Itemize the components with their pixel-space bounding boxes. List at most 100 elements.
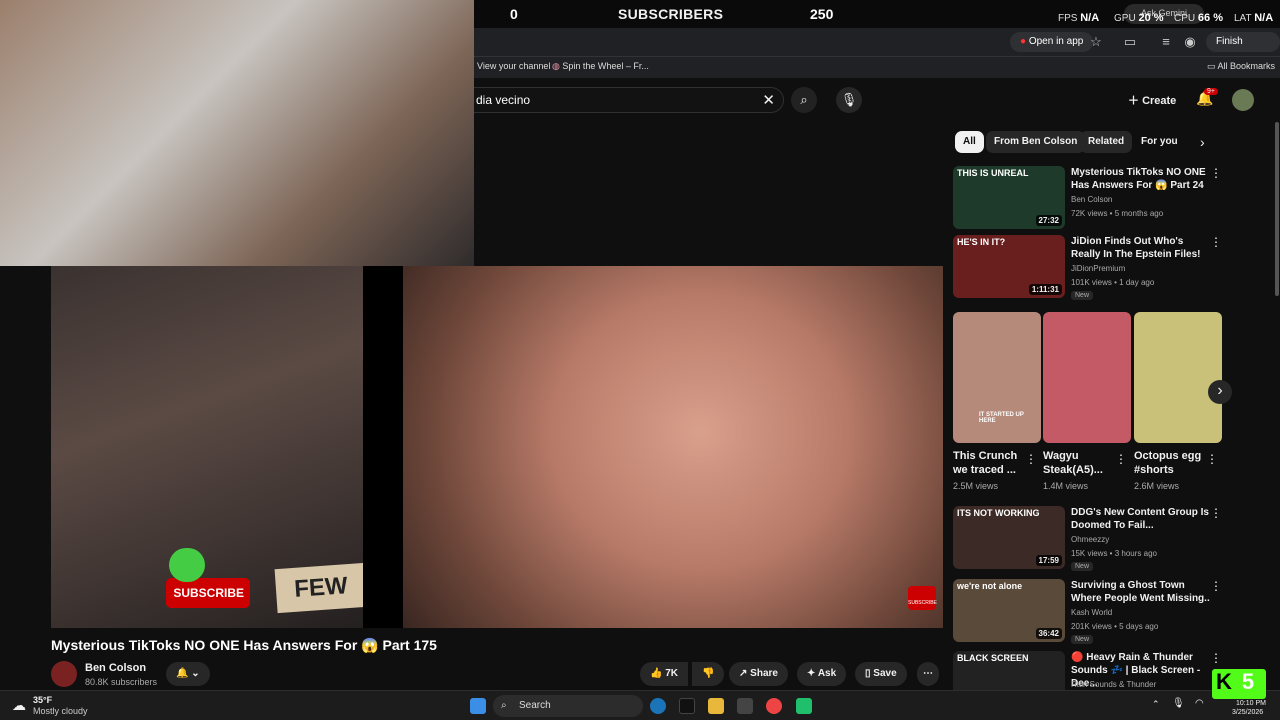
clock-time[interactable]: 10:10 PM: [1236, 700, 1266, 707]
alien-icon: [169, 548, 205, 582]
bell-icon: 🔔: [176, 668, 189, 679]
bookmark-spin-wheel-label: Spin the Wheel – Fr...: [562, 61, 649, 71]
rec-new-badge: New: [1071, 635, 1094, 644]
account-avatar[interactable]: [1232, 89, 1254, 111]
chip-all[interactable]: All: [955, 131, 984, 153]
rec-thumbnail[interactable]: we're not alone 36:42: [953, 579, 1065, 642]
short-thumbnail[interactable]: [1043, 312, 1131, 443]
queue-icon[interactable]: ≡: [1158, 34, 1174, 50]
rec-duration: 1:11:31: [1028, 284, 1062, 295]
rec-thumb-text: THIS IS UNREAL: [957, 168, 1029, 178]
all-bookmarks[interactable]: ▭ All Bookmarks: [1207, 61, 1275, 72]
wifi-icon[interactable]: ◠: [1195, 698, 1204, 709]
rec-more-icon[interactable]: ⋮: [1210, 506, 1222, 520]
stream-stat-bar: 0 SUBSCRIBERS 250 Ask Gemini FPS N/A GPU…: [474, 0, 1280, 28]
rec-thumbnail[interactable]: THIS IS UNREAL 27:32: [953, 166, 1065, 229]
weather-temp[interactable]: 35°F: [33, 695, 52, 705]
windows-taskbar: ☁ 35°F Mostly cloudy ⌕ Search ⌃ 🎙 ◠ K5 10…: [0, 669, 1280, 720]
search-input[interactable]: dia vecino ✕: [474, 87, 784, 113]
cpu-label: CPU: [1174, 13, 1196, 24]
bookmark-view-channel[interactable]: View your channel: [477, 61, 550, 71]
short-title[interactable]: Octopus egg #shorts: [1134, 449, 1214, 477]
cpu-readout: CPU 66 %: [1174, 12, 1223, 24]
lat-label: LAT: [1234, 13, 1252, 24]
all-bookmarks-label: All Bookmarks: [1217, 61, 1276, 71]
video-left-panel: FEW SUBSCRIBE: [51, 266, 368, 628]
finish-update-button[interactable]: Finish update ⋮: [1206, 32, 1280, 67]
thumbs-up-icon: 👍: [650, 668, 663, 679]
scrollbar-thumb[interactable]: [1275, 122, 1279, 296]
short-title[interactable]: Wagyu Steak(A5)...: [1043, 449, 1123, 477]
tiktok-icon[interactable]: [679, 698, 695, 714]
chip-for-you[interactable]: For you: [1133, 131, 1186, 153]
microphone-icon[interactable]: 🎙: [836, 87, 862, 113]
sparkle-icon: ✦: [807, 668, 816, 679]
rec-title[interactable]: Mysterious TikToks NO ONE Has Answers Fo…: [1071, 166, 1211, 192]
edge-icon[interactable]: [650, 698, 666, 714]
chevron-up-icon[interactable]: ⌃: [1152, 699, 1160, 710]
rec-thumbnail[interactable]: ITS NOT WORKING 17:59: [953, 506, 1065, 569]
open-in-app-button[interactable]: ● Open in app: [1010, 32, 1094, 52]
rec-channel: Kash World: [1071, 608, 1113, 617]
plus-icon: ＋: [1128, 95, 1139, 107]
subscribed-bell-button[interactable]: 🔔 ⌄: [166, 662, 210, 686]
rec-duration: 36:42: [1035, 628, 1062, 639]
short-views: 1.4M views: [1043, 481, 1089, 491]
star-icon[interactable]: ☆: [1088, 34, 1104, 50]
like-button[interactable]: 👍 7K: [640, 662, 689, 686]
rec-duration: 17:59: [1035, 555, 1062, 566]
create-button[interactable]: ＋ Create: [1128, 92, 1176, 108]
file-explorer-icon[interactable]: [708, 698, 724, 714]
more-actions-button[interactable]: ⋯: [917, 662, 939, 686]
rec-thumb-text: ITS NOT WORKING: [957, 508, 1040, 518]
rec-meta: 72K views • 5 months ago: [1071, 209, 1164, 218]
rec-more-icon[interactable]: ⋮: [1210, 579, 1222, 593]
app-icon[interactable]: [796, 698, 812, 714]
save-button[interactable]: ▯ Save: [855, 662, 907, 686]
share-button[interactable]: ↗ Share: [729, 662, 788, 686]
dislike-button[interactable]: 👎: [692, 662, 725, 686]
short-more-icon[interactable]: ⋮: [1025, 452, 1037, 466]
clock-date[interactable]: 3/25/2026: [1232, 709, 1263, 716]
subscribe-watermark[interactable]: SUBSCRIBE: [908, 586, 937, 610]
short-more-icon[interactable]: ⋮: [1206, 452, 1218, 466]
wall-sign: FEW: [274, 562, 368, 614]
kick-icon: K: [1216, 669, 1232, 694]
microphone-icon[interactable]: 🎙: [1172, 698, 1185, 709]
short-thumbnail[interactable]: IT STARTED UP HERE: [953, 312, 1041, 443]
store-icon[interactable]: [737, 698, 753, 714]
cloud-icon: ☁: [12, 697, 26, 713]
ask-button[interactable]: ✦ Ask: [797, 662, 847, 686]
profile-icon[interactable]: ◉: [1182, 34, 1198, 50]
windows-start-icon[interactable]: [470, 698, 486, 714]
chevron-right-icon[interactable]: ›: [1200, 134, 1205, 150]
webcam-overlay: [0, 0, 474, 266]
chip-related[interactable]: Related: [1080, 131, 1133, 153]
rec-more-icon[interactable]: ⋮: [1210, 166, 1222, 180]
rec-title[interactable]: Surviving a Ghost Town Where People Went…: [1071, 579, 1211, 605]
cast-icon[interactable]: ▭: [1122, 34, 1138, 50]
thumbs-down-icon: 👎: [702, 668, 715, 679]
chevron-down-icon: ⌄: [191, 668, 200, 679]
rec-title[interactable]: JiDion Finds Out Who's Really In The Eps…: [1071, 235, 1211, 261]
rec-more-icon[interactable]: ⋮: [1210, 651, 1222, 665]
bookmark-spin-wheel[interactable]: ◍ Spin the Wheel – Fr...: [552, 61, 649, 72]
rec-more-icon[interactable]: ⋮: [1210, 235, 1222, 249]
channel-name[interactable]: Ben Colson: [85, 662, 146, 674]
channel-avatar[interactable]: [51, 661, 77, 687]
short-title[interactable]: This Crunch we traced ...: [953, 449, 1033, 477]
gpu-label: GPU: [1114, 13, 1136, 24]
taskbar-search[interactable]: ⌕ Search: [493, 695, 643, 717]
shorts-next-arrow-icon[interactable]: ›: [1208, 380, 1232, 404]
clear-search-icon[interactable]: ✕: [762, 91, 775, 109]
short-views: 2.5M views: [953, 481, 999, 491]
chip-from-channel[interactable]: From Ben Colson: [986, 131, 1086, 153]
left-counter: 0: [510, 6, 518, 22]
short-thumbnail[interactable]: [1134, 312, 1222, 443]
video-player[interactable]: FEW SUBSCRIBE SUBSCRIBE: [51, 266, 943, 628]
chrome-icon[interactable]: [766, 698, 782, 714]
short-more-icon[interactable]: ⋮: [1115, 452, 1127, 466]
rec-title[interactable]: DDG's New Content Group Is Doomed To Fai…: [1071, 506, 1211, 532]
search-icon[interactable]: ⌕: [791, 87, 817, 113]
rec-thumbnail[interactable]: HE'S IN IT? 1:11:31: [953, 235, 1065, 298]
